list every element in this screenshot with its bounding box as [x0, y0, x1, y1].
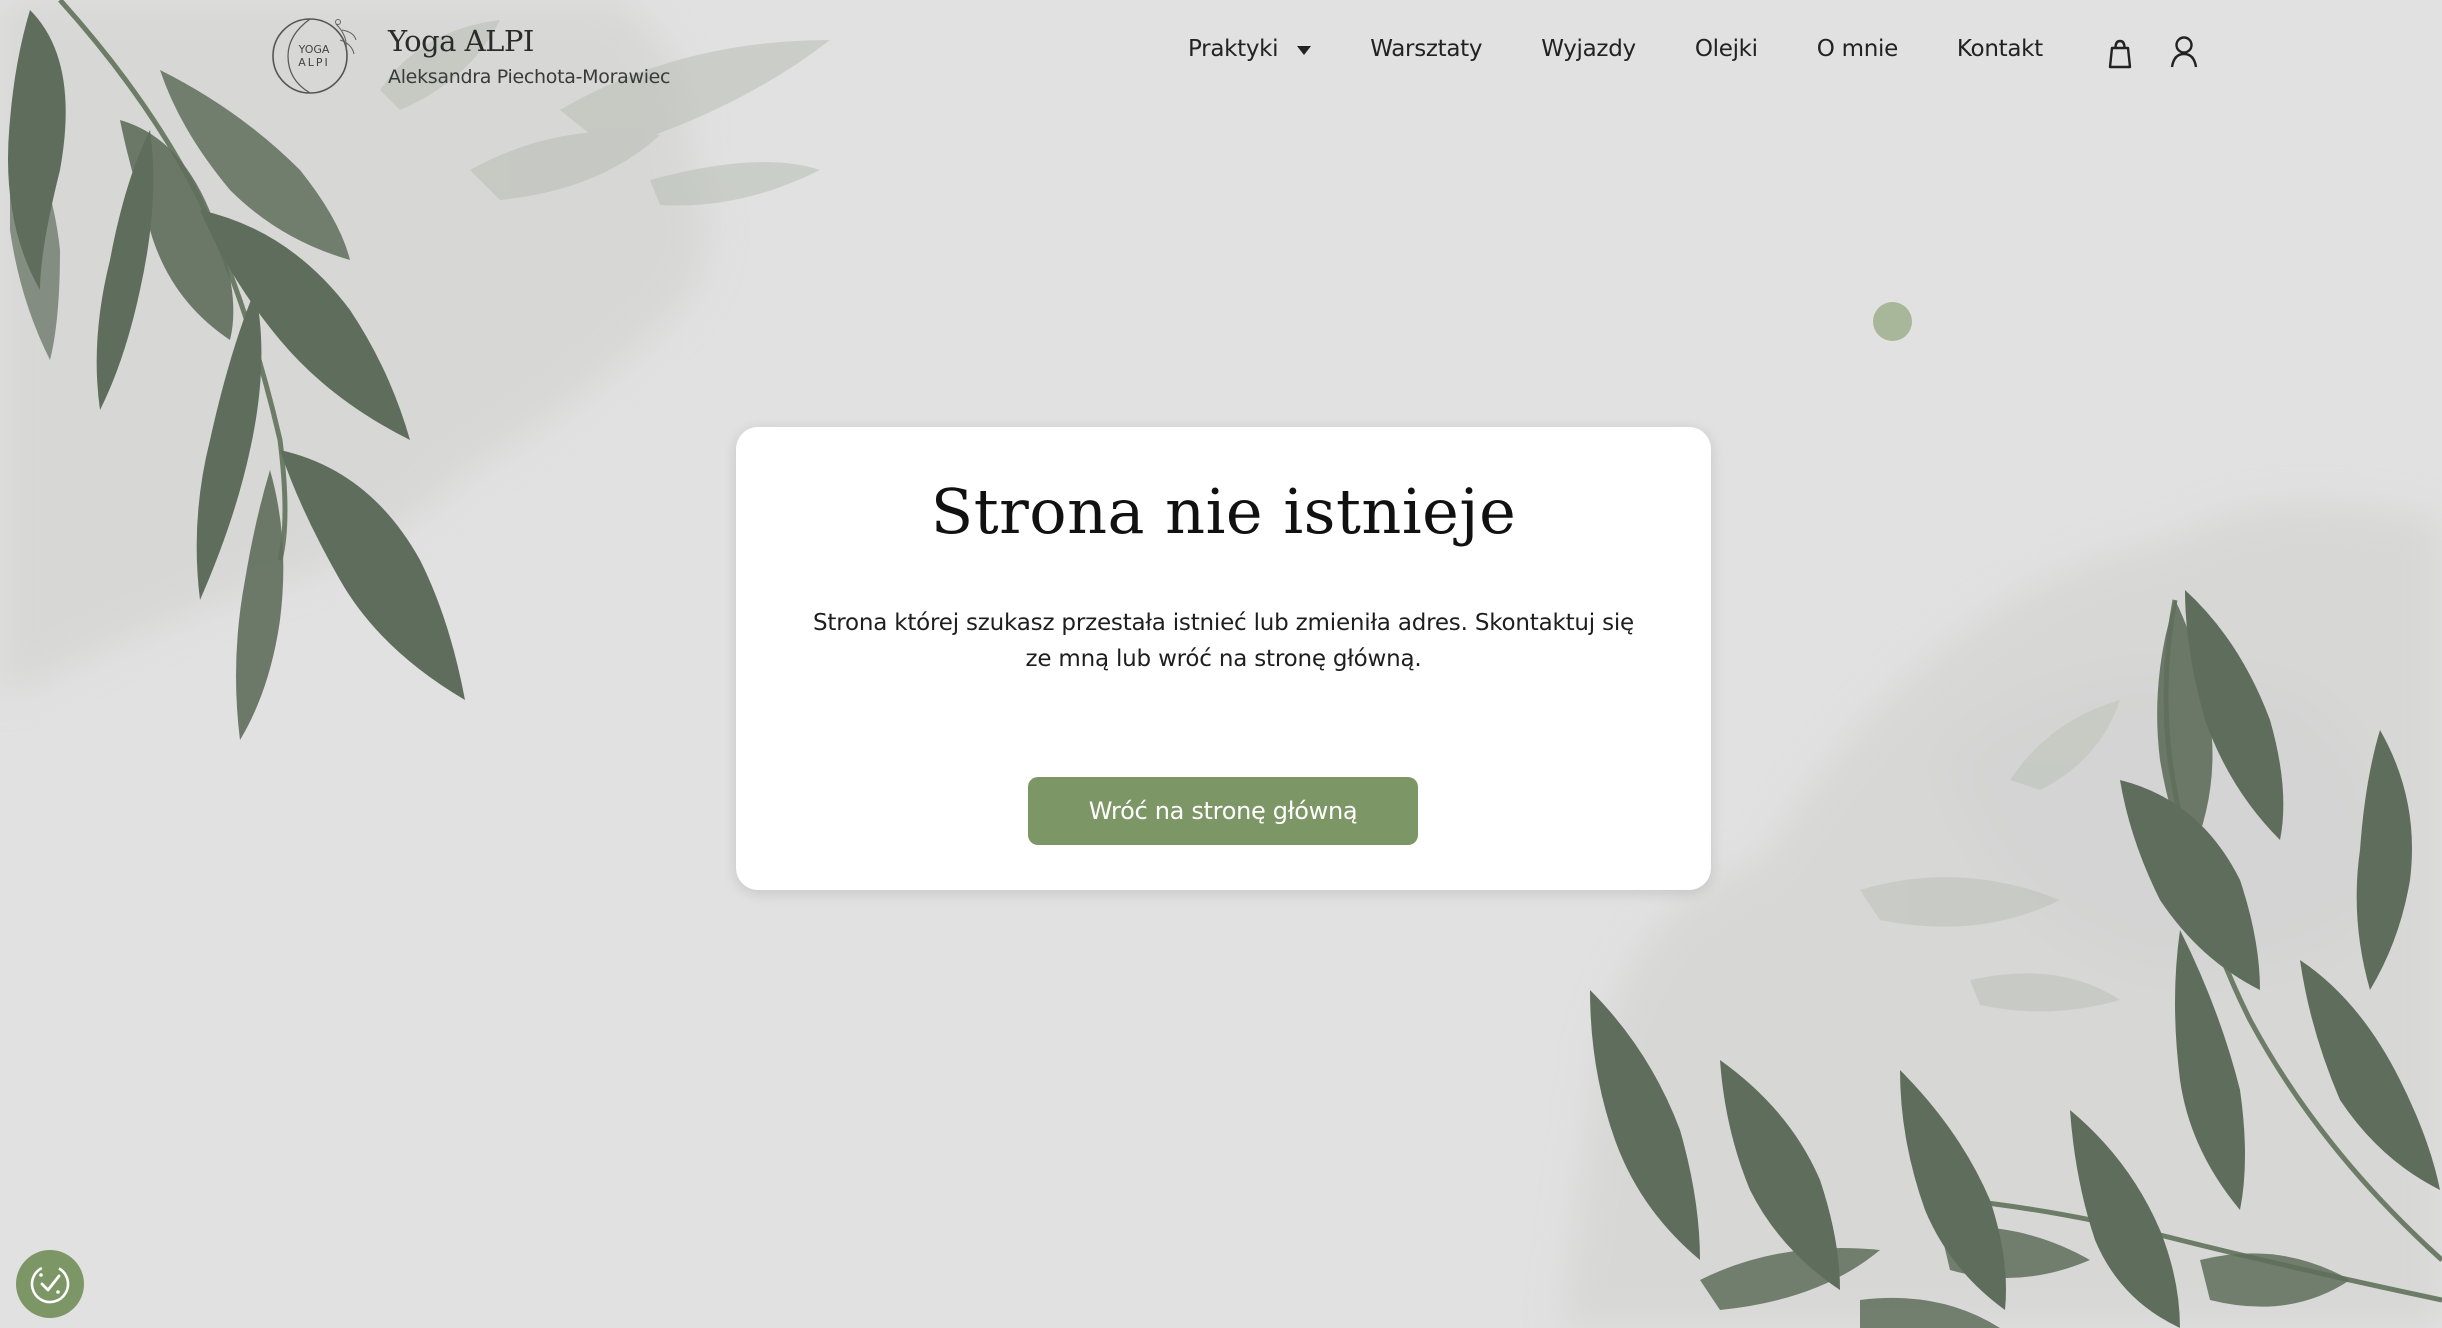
main-nav: Praktyki Warsztaty Wyjazdy Olejki O mnie… — [1188, 36, 2102, 62]
nav-item-label: Olejki — [1694, 36, 1758, 62]
back-home-button[interactable]: Wróć na stronę główną — [1028, 777, 1418, 845]
brand-name: Yoga ALPI — [388, 24, 534, 58]
logo-text-bottom: ALPI — [298, 56, 330, 69]
nav-item-wyjazdy[interactable]: Wyjazdy — [1541, 36, 1636, 62]
nav-item-label: Kontakt — [1956, 36, 2043, 62]
user-icon[interactable] — [2168, 34, 2200, 70]
logo-icon: YOGA ALPI — [272, 18, 357, 94]
page-title: Strona nie istnieje — [930, 475, 1517, 548]
error-message-line-1: Strona której szukasz przestała istnieć … — [812, 610, 1635, 636]
nav-item-label: Warsztaty — [1370, 36, 1483, 62]
nav-item-o-mnie[interactable]: O mnie — [1817, 36, 1898, 62]
nav-item-olejki[interactable]: Olejki — [1695, 36, 1758, 62]
cookie-consent-button[interactable] — [16, 1250, 84, 1318]
nav-item-label: Wyjazdy — [1541, 36, 1636, 62]
caret-down-icon — [1297, 45, 1312, 55]
nav-item-label: Praktyki — [1188, 36, 1279, 62]
decorative-dot — [1873, 302, 1912, 341]
nav-item-praktyki[interactable]: Praktyki — [1188, 36, 1312, 62]
not-found-card: Strona nie istnieje Strona której szukas… — [736, 427, 1711, 890]
site-header: YOGA ALPI Yoga ALPI Aleksandra Piechota-… — [0, 0, 2442, 120]
nav-item-warsztaty[interactable]: Warsztaty — [1370, 36, 1482, 62]
brand-subtitle: Aleksandra Piechota-Morawiec — [388, 66, 671, 88]
shopping-bag-icon[interactable] — [2104, 36, 2136, 72]
logo-text-top: YOGA — [298, 43, 330, 56]
cookie-consent-icon — [30, 1264, 70, 1304]
error-message: Strona której szukasz przestała istnieć … — [786, 605, 1661, 677]
logo-link[interactable]: YOGA ALPI Yoga ALPI Aleksandra Piechota-… — [266, 10, 671, 100]
nav-item-label: O mnie — [1816, 36, 1898, 62]
brand-text: Yoga ALPI Aleksandra Piechota-Morawiec — [388, 24, 671, 88]
nav-item-kontakt[interactable]: Kontakt — [1957, 36, 2043, 62]
error-message-line-2: ze mną lub wróć na stronę główną. — [1025, 646, 1422, 672]
